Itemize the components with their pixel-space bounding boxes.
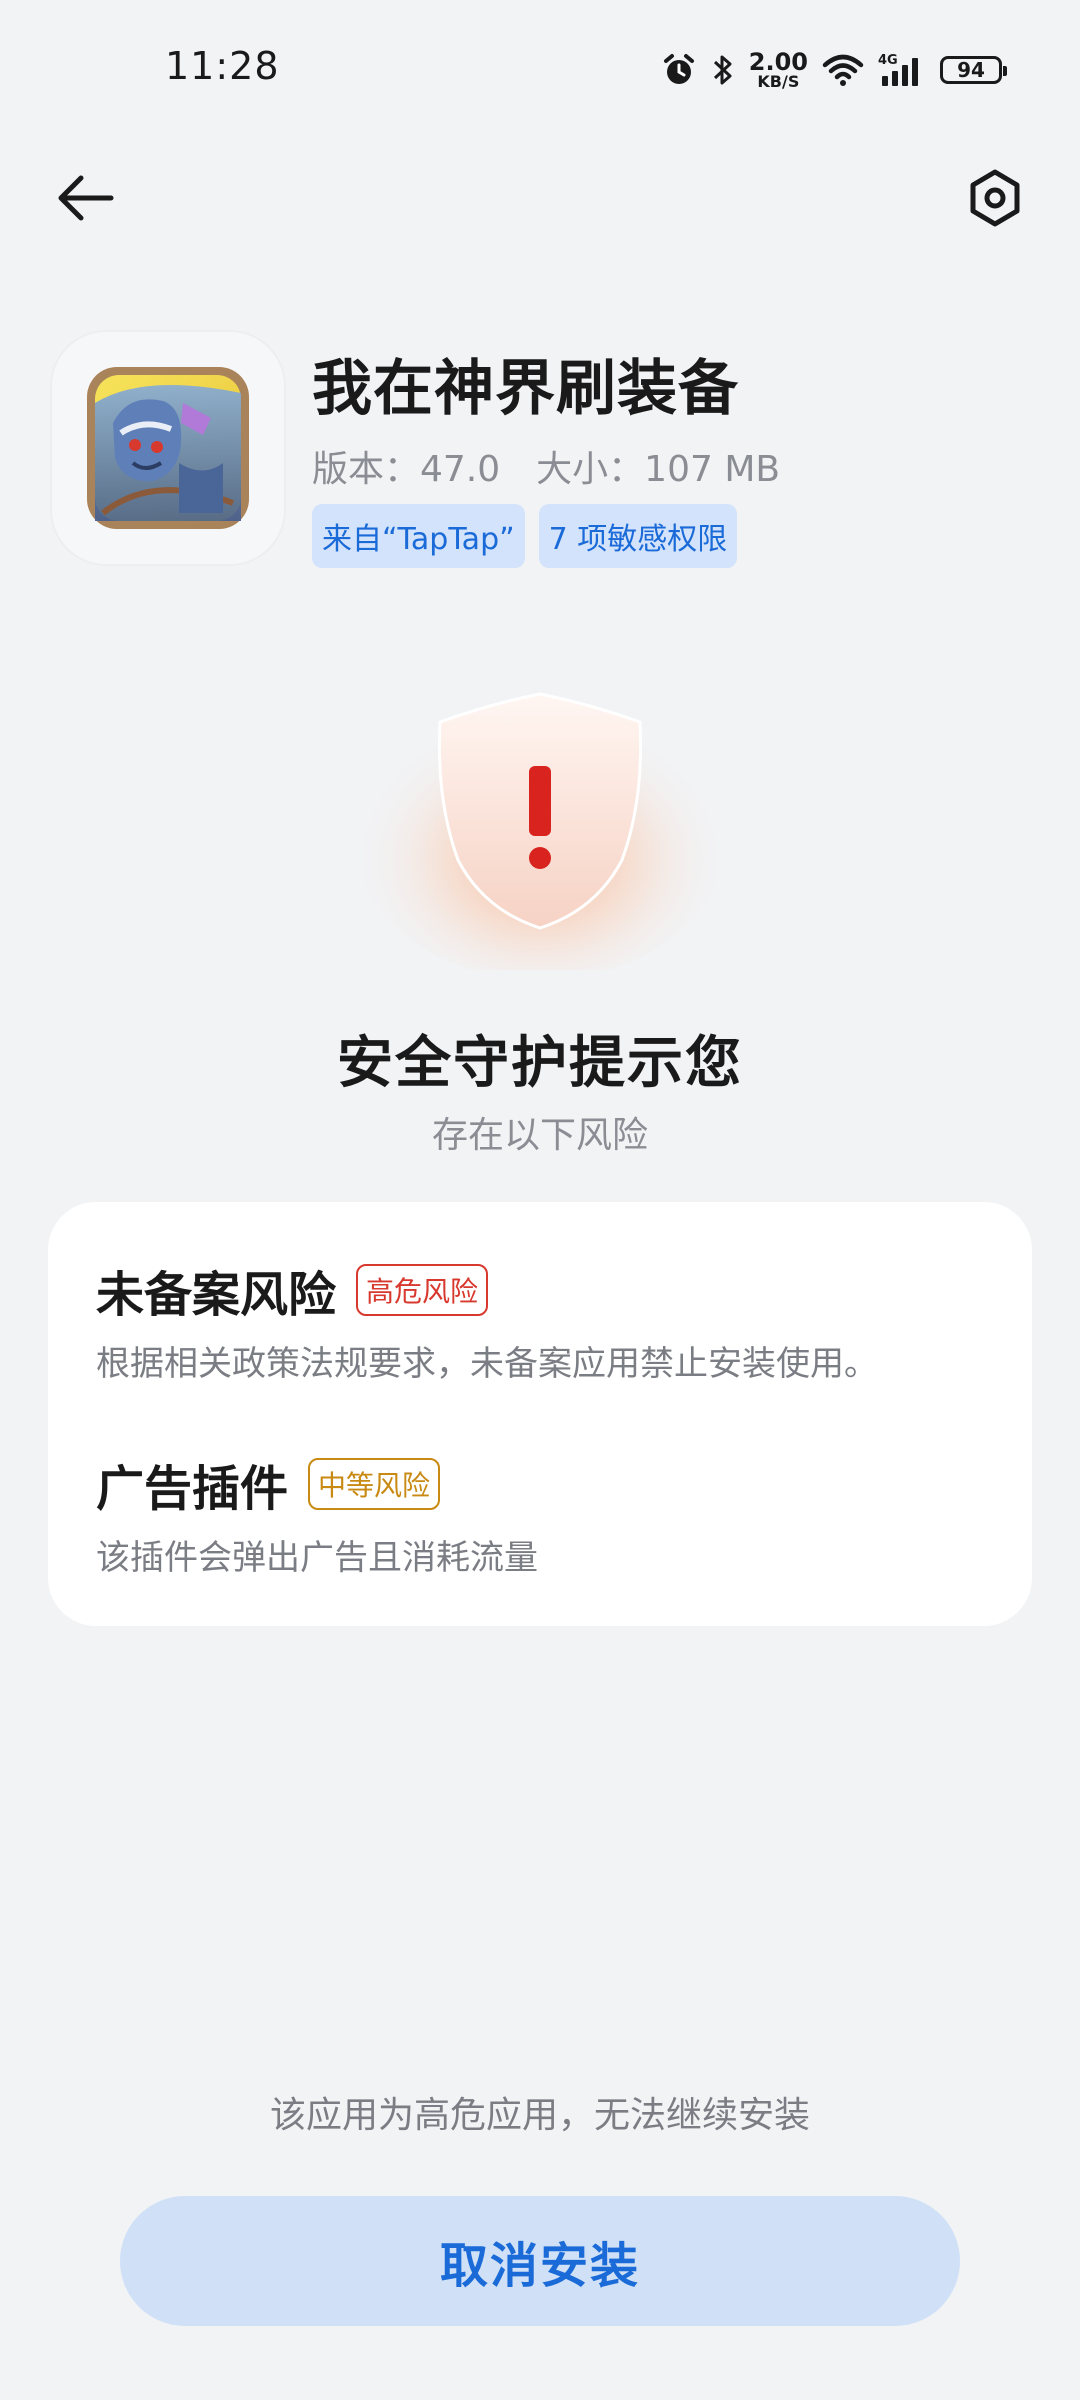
bluetooth-icon xyxy=(711,52,735,88)
risk-title: 广告插件 xyxy=(96,1461,289,1517)
battery-indicator: 94 xyxy=(940,56,1007,84)
status-bar: 11:28 2.00 KB/S 4G 94 xyxy=(0,0,1080,140)
shield-warning-icon xyxy=(350,680,730,980)
risk-description: 根据相关政策法规要求，未备案应用禁止安装使用。 xyxy=(96,1344,878,1384)
status-time: 11:28 xyxy=(165,44,280,88)
risk-level-badge: 高危风险 xyxy=(356,1264,489,1316)
app-tags: 来自“TapTap” 7 项敏感权限 xyxy=(312,504,738,568)
status-icons: 2.00 KB/S 4G 94 xyxy=(661,46,1007,94)
warning-subtitle: 存在以下风险 xyxy=(431,1115,648,1156)
risk-item: 广告插件 中等风险 该插件会弹出广告且消耗流量 xyxy=(96,1454,992,1579)
app-name: 我在神界刷装备 xyxy=(312,354,739,424)
svg-text:4G: 4G xyxy=(878,53,898,68)
arrow-left-icon xyxy=(55,173,115,227)
risk-description: 该插件会弹出广告且消耗流量 xyxy=(96,1538,538,1578)
wifi-icon xyxy=(822,53,864,87)
warning-title: 安全守护提示您 xyxy=(337,1031,743,1096)
risk-card: 未备案风险 高危风险 根据相关政策法规要求，未备案应用禁止安装使用。 广告插件 … xyxy=(48,1202,1032,1626)
back-button[interactable] xyxy=(50,165,120,235)
risk-item: 未备案风险 高危风险 根据相关政策法规要求，未备案应用禁止安装使用。 xyxy=(96,1260,992,1385)
battery-level: 94 xyxy=(957,58,985,82)
cellular-signal-icon: 4G xyxy=(878,52,926,88)
app-meta: 版本：47.0 大小：107 MB xyxy=(312,440,780,492)
cancel-install-button[interactable]: 取消安装 xyxy=(120,2196,960,2326)
gear-icon xyxy=(965,168,1025,232)
app-artwork-icon xyxy=(87,367,249,529)
settings-button[interactable] xyxy=(960,165,1030,235)
alarm-icon xyxy=(661,52,697,88)
risk-level-badge: 中等风险 xyxy=(308,1458,441,1510)
app-version: 版本：47.0 xyxy=(312,449,501,490)
install-blocked-note: 该应用为高危应用，无法继续安装 xyxy=(269,2095,810,2136)
warning-shield xyxy=(340,640,740,980)
permissions-tag[interactable]: 7 项敏感权限 xyxy=(538,504,738,568)
app-size: 大小：107 MB xyxy=(536,449,781,490)
app-icon xyxy=(50,330,286,566)
risk-title: 未备案风险 xyxy=(96,1267,337,1323)
network-speed: 2.00 KB/S xyxy=(748,48,808,91)
source-tag[interactable]: 来自“TapTap” xyxy=(312,504,525,568)
